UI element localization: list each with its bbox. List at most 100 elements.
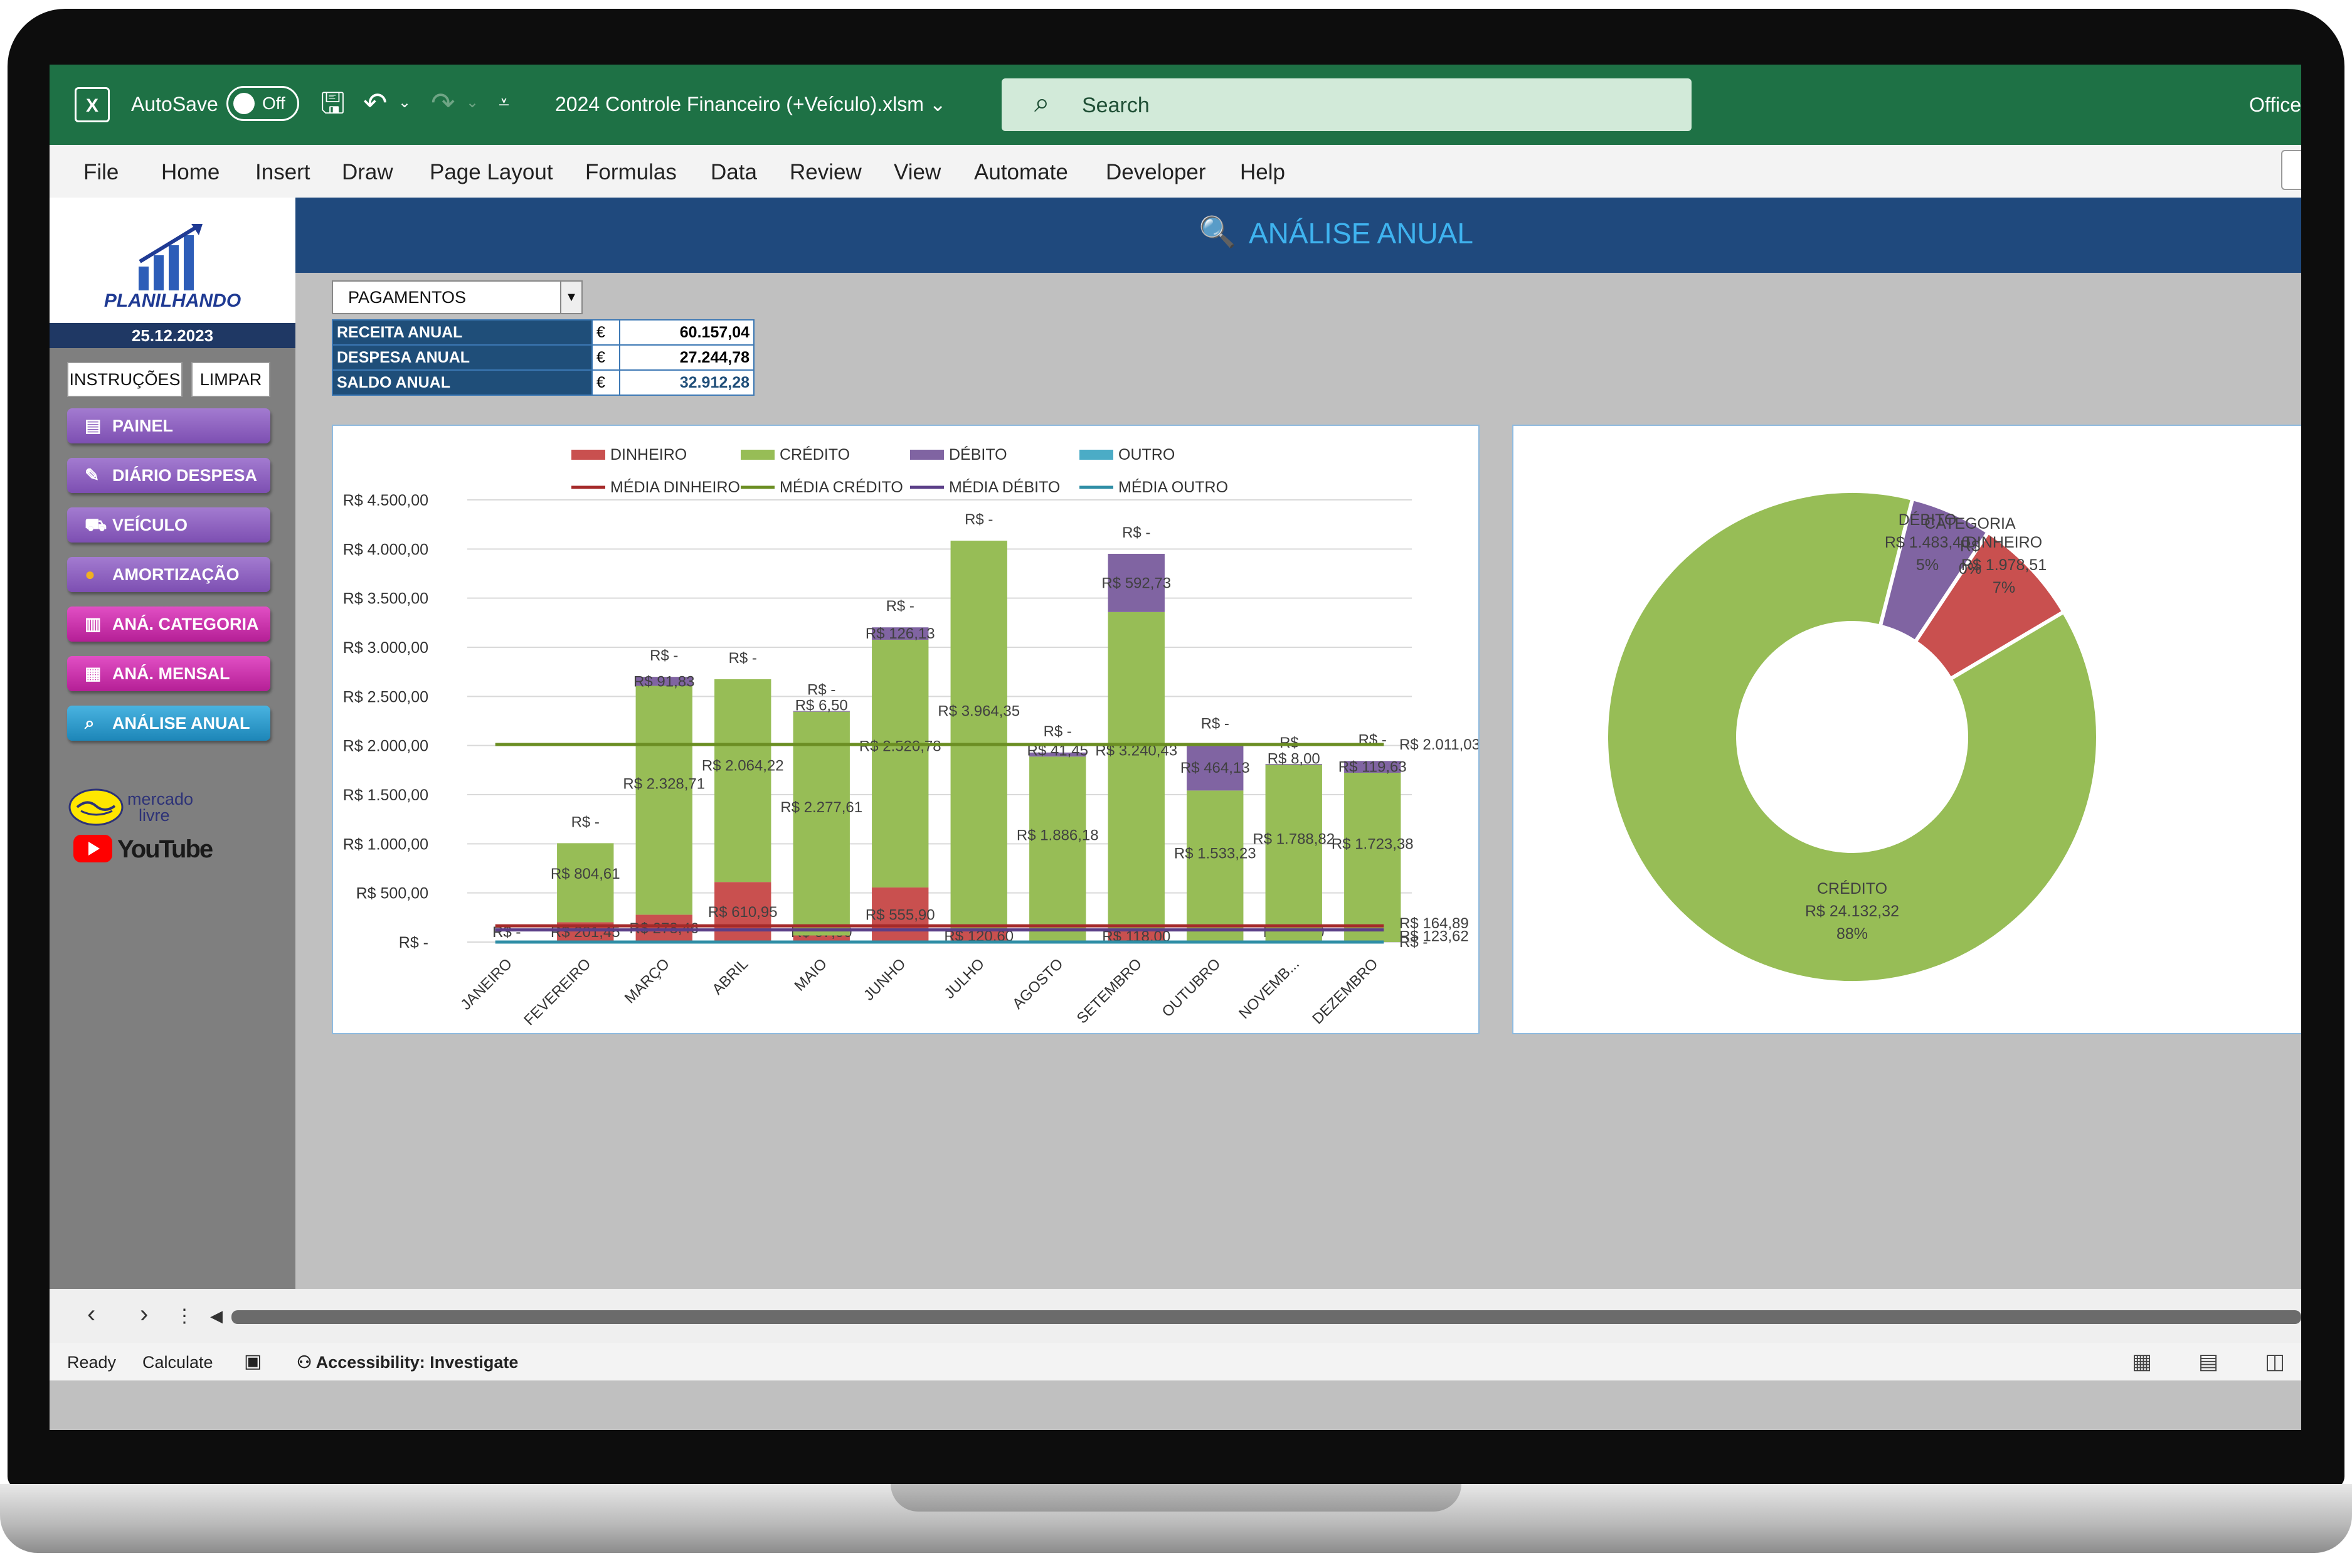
x-tick-label: AGOSTO (1009, 955, 1066, 1012)
table-row: SALDO ANUAL € 32.912,28 (332, 369, 755, 396)
status-calculate[interactable]: Calculate (142, 1353, 213, 1372)
laptop-notch (891, 1484, 1461, 1512)
legend-swatch (741, 450, 775, 460)
legend-swatch (910, 450, 944, 460)
legend-swatch (571, 450, 605, 460)
search-box[interactable]: ⌕ Search (1002, 78, 1692, 131)
horizontal-scrollbar[interactable] (231, 1310, 2301, 1324)
nav-diario-despesa-button[interactable]: ✎ DIÁRIO DESPESA (67, 458, 270, 493)
title-bar: X AutoSave Off 🖫 ↶ ⌄ ↷ ⌄ ⩡ 2024 Controle… (50, 65, 2301, 145)
nav-painel-button[interactable]: ▤ PAINEL (67, 408, 270, 443)
chevron-right-icon[interactable]: › (140, 1300, 148, 1328)
nav-analise-anual-button[interactable]: ⌕ ANÁLISE ANUAL (67, 706, 270, 741)
more-sheets-icon[interactable]: ⋮ (175, 1305, 194, 1327)
tab-help[interactable]: Help (1240, 160, 1285, 185)
macro-record-icon[interactable]: ▣ (244, 1350, 262, 1372)
excel-window: X AutoSave Off 🖫 ↶ ⌄ ↷ ⌄ ⩡ 2024 Controle… (50, 65, 2301, 1430)
data-label: R$ 555,90 (866, 906, 935, 923)
file-name[interactable]: 2024 Controle Financeiro (+Veículo).xlsm… (555, 92, 946, 116)
bar-segment (557, 843, 614, 923)
data-label: R$ 592,73 (1101, 575, 1171, 591)
redo-dropdown-icon[interactable]: ⌄ (466, 88, 479, 117)
payment-share-donut-chart[interactable]: CRÉDITO R$ 24.132,32 88% DÉBITO R$ 1.483,40 5… (1512, 425, 2301, 1034)
summary-label: DESPESA ANUAL (332, 344, 593, 371)
tab-view[interactable]: View (894, 160, 941, 185)
x-tick-label: JANEIRO (457, 955, 516, 1014)
autosave-state: Off (262, 93, 285, 113)
legend-label: OUTRO (1118, 446, 1175, 464)
donut-label: CATEGORIA (1924, 515, 2016, 532)
summary-table: RECEITA ANUAL € 60.157,04 DESPESA ANUAL … (332, 319, 755, 396)
donut-label: CRÉDITO (1817, 879, 1887, 898)
data-label: R$ 2.277,61 (780, 799, 862, 816)
accessibility-status[interactable]: ⚇ Accessibility: Investigate (297, 1353, 518, 1372)
handshake-icon: mercado livre (68, 788, 193, 826)
youtube-link[interactable]: YouTube (72, 831, 223, 869)
summary-value[interactable]: 27.244,78 (619, 344, 755, 371)
bar-segment (1265, 765, 1322, 941)
bar-segment (872, 639, 929, 887)
autosave-toggle[interactable]: Off (226, 86, 299, 121)
tab-formulas[interactable]: Formulas (585, 160, 677, 185)
bar-segment (1108, 612, 1165, 931)
page-break-view-icon[interactable]: ◫ (2261, 1348, 2289, 1375)
summary-value[interactable]: 32.912,28 (619, 369, 755, 396)
nav-veiculo-button[interactable]: ⛟ VEÍCULO (67, 507, 270, 543)
nav-ana-categoria-button[interactable]: ▥ ANÁ. CATEGORIA (67, 607, 270, 642)
excel-icon[interactable]: X (75, 87, 110, 122)
nav-label: ANÁ. CATEGORIA (112, 615, 259, 633)
tab-data[interactable]: Data (711, 160, 757, 185)
redo-icon[interactable]: ↷ (431, 88, 455, 117)
sheet-tab-bar: ‹ › ⋮ ◀ (50, 1289, 2301, 1343)
table-row: RECEITA ANUAL € 60.157,04 (332, 319, 755, 346)
nav-amortizacao-button[interactable]: ● AMORTIZAÇÃO (67, 557, 270, 592)
clipboard-icon: ▤ (85, 416, 102, 435)
nav-ana-mensal-button[interactable]: ▦ ANÁ. MENSAL (67, 656, 270, 691)
comments-button[interactable] (2281, 150, 2301, 190)
tab-review[interactable]: Review (790, 160, 862, 185)
car-icon: ⛟ (85, 515, 107, 534)
y-tick-label: R$ 2.000,00 (343, 738, 428, 755)
x-tick-label: FEVEREIRO (521, 955, 594, 1029)
undo-dropdown-icon[interactable]: ⌄ (398, 88, 411, 117)
instrucoes-button[interactable]: INSTRUÇÕES (67, 362, 183, 397)
nav-label: VEÍCULO (112, 516, 188, 534)
monthly-payments-chart[interactable]: DINHEIRO CRÉDITO DÉBITO OUTRO MÉDIA DINHEIRO… (332, 425, 1480, 1034)
page-layout-view-icon[interactable]: ▤ (2195, 1348, 2222, 1375)
legend-label: DINHEIRO (610, 446, 687, 464)
nav-label: ANÁLISE ANUAL (112, 714, 250, 733)
tab-page-layout[interactable]: Page Layout (430, 160, 553, 185)
logo: PLANILHANDO (50, 198, 295, 323)
undo-icon[interactable]: ↶ (363, 88, 388, 117)
scroll-left-icon[interactable]: ◀ (210, 1306, 223, 1326)
payment-type-dropdown[interactable]: PAGAMENTOS ▼ (332, 280, 583, 314)
tab-developer[interactable]: Developer (1106, 160, 1206, 185)
coin-icon: ● (85, 564, 95, 584)
tab-file[interactable]: File (83, 160, 119, 185)
office-account[interactable]: Office (2249, 93, 2301, 117)
data-label: R$ - (807, 682, 835, 699)
search-icon: 🔍 (1199, 216, 1236, 249)
ribbon-tabs: File Home Insert Draw Page Layout Formul… (50, 145, 2301, 198)
x-tick-label: MARÇO (622, 955, 673, 1007)
tab-draw[interactable]: Draw (342, 160, 393, 185)
normal-view-icon[interactable]: ▦ (2128, 1348, 2156, 1375)
tab-home[interactable]: Home (161, 160, 220, 185)
data-label: R$ 610,95 (708, 904, 778, 921)
save-icon[interactable]: 🖫 (320, 88, 345, 117)
bar-segment (950, 541, 1007, 931)
bar-chart-svg: DINHEIRO CRÉDITO DÉBITO OUTRO MÉDIA DINHEIRO… (343, 445, 1478, 1029)
customize-toolbar-icon[interactable]: ⩡ (499, 88, 509, 117)
youtube-icon: YouTube (73, 835, 214, 863)
tab-automate[interactable]: Automate (974, 160, 1068, 185)
summary-value[interactable]: 60.157,04 (619, 319, 755, 346)
limpar-button[interactable]: LIMPAR (191, 362, 270, 397)
worksheet: PLANILHANDO 25.12.2023 INSTRUÇÕES LIMPAR… (50, 198, 2301, 1289)
chevron-down-icon[interactable]: ▼ (560, 282, 581, 313)
tab-insert[interactable]: Insert (255, 160, 310, 185)
mercado-livre-link[interactable]: mercado livre (68, 787, 219, 830)
accessibility-icon: ⚇ (297, 1353, 316, 1372)
data-label: R$ 3.964,35 (938, 703, 1020, 720)
y-tick-label: R$ 4.500,00 (343, 492, 428, 509)
chevron-left-icon[interactable]: ‹ (87, 1300, 95, 1328)
